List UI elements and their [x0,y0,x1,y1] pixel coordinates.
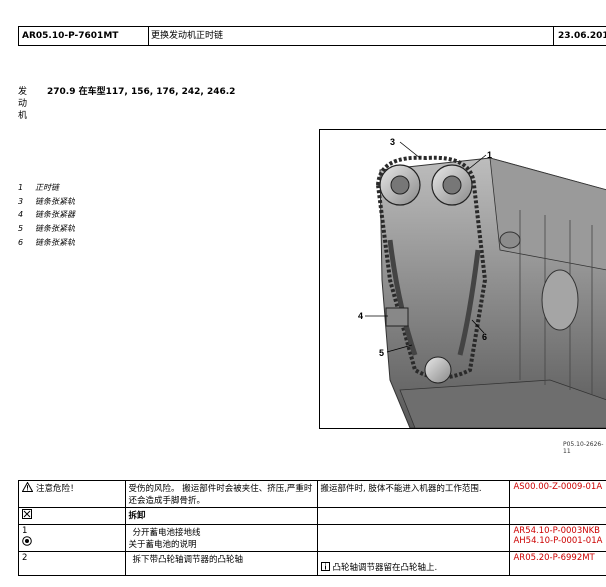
step-ref-link[interactable]: AR54.10-P-0003NKB [513,526,604,536]
step-row: 2 拆下带凸轮轴调节器的凸轮轴 凸轮轴调节器留在凸轮轴上. AR05.20-P-… [18,551,606,576]
section-title: 拆卸 [124,507,318,525]
legend-item: 1 正时链 [18,183,59,192]
step-refs: AR54.10-P-0003NKB AH54.10-P-0001-01A [509,524,606,552]
info-circle-icon [22,536,32,549]
document-title: 更换发动机正时链 [148,27,554,45]
step-text: 拆下带凸轮轴调节器的凸轮轴 [124,551,318,576]
section-row: 拆卸 [18,507,606,525]
legend-item: 3 链条张紧轨 [18,196,75,206]
step-number: 2 [18,551,126,576]
step-text: 分开蓄电池接地线 关于蓄电池的说明 [124,524,318,552]
step-row: 1 分开蓄电池接地线 关于蓄电池的说明 AR54.10-P-0003NKB AH… [18,524,606,552]
removal-icon [22,509,32,522]
engine-illustration: 3 1 4 5 6 [358,137,606,428]
legend-item: 5 链条张紧轨 [18,224,75,234]
document-date: 23.06.2014 [558,31,606,41]
step-line: 关于蓄电池的说明 [128,540,197,550]
warning-triangle-icon [21,481,34,495]
step-number: 1 [22,526,28,536]
document-id: AR05.10-P-7601MT [19,27,149,45]
warning-risk: 受伤的风险。 搬运部件时会被夹住、挤压,严重时还会造成手脚骨折。 [124,480,318,508]
step-ref-link[interactable]: AH54.10-P-0001-01A [513,536,604,546]
section-icon-cell [18,507,126,525]
warning-measure: 搬运部件时, 肢体不能进入机器的工作范围. [316,480,511,508]
figure-reference: P05.10-2626-11 [563,441,604,455]
engine-figure: 3 1 4 5 6 [319,129,606,429]
callout-1: 1 [487,150,492,160]
engine-label: 发动机 [18,87,28,121]
figure-legend: 1 正时链 3 链条张紧轨 4 链条张紧器 5 链条张紧轨 6 链条张紧轨 [18,181,75,250]
legend-item: 6 链条张紧轨 [18,237,75,247]
engine-applicability: 270.9 在车型117, 156, 176, 242, 246.2 [47,87,236,97]
warning-ref-link[interactable]: AS00.00-Z-0009-01A [509,480,606,508]
callout-4: 4 [358,311,363,321]
warning-row: 注意危险！ 受伤的风险。 搬运部件时会被夹住、挤压,严重时还会造成手脚骨折。 搬… [18,480,606,508]
info-icon [320,561,330,574]
callout-3: 3 [390,137,395,147]
warning-label: 注意危险！ [36,484,79,494]
callout-6: 6 [482,332,487,342]
step-line: 拆下带凸轮轴调节器的凸轮轴 [132,555,244,565]
legend-item: 4 链条张紧器 [18,210,75,220]
step-number-cell: 1 [18,524,126,552]
document-header: AR05.10-P-7601MT 更换发动机正时链 23.06.2014 [18,26,606,46]
callout-5: 5 [379,348,384,358]
step-note: 凸轮轴调节器留在凸轮轴上. [316,551,511,576]
step-ref-link[interactable]: AR05.20-P-6992MT [509,551,606,576]
procedure-table: 注意危险！ 受伤的风险。 搬运部件时会被夹住、挤压,严重时还会造成手脚骨折。 搬… [18,480,606,576]
step-line: 分开蓄电池接地线 [132,528,201,538]
warning-cell: 注意危险！ [18,480,126,508]
